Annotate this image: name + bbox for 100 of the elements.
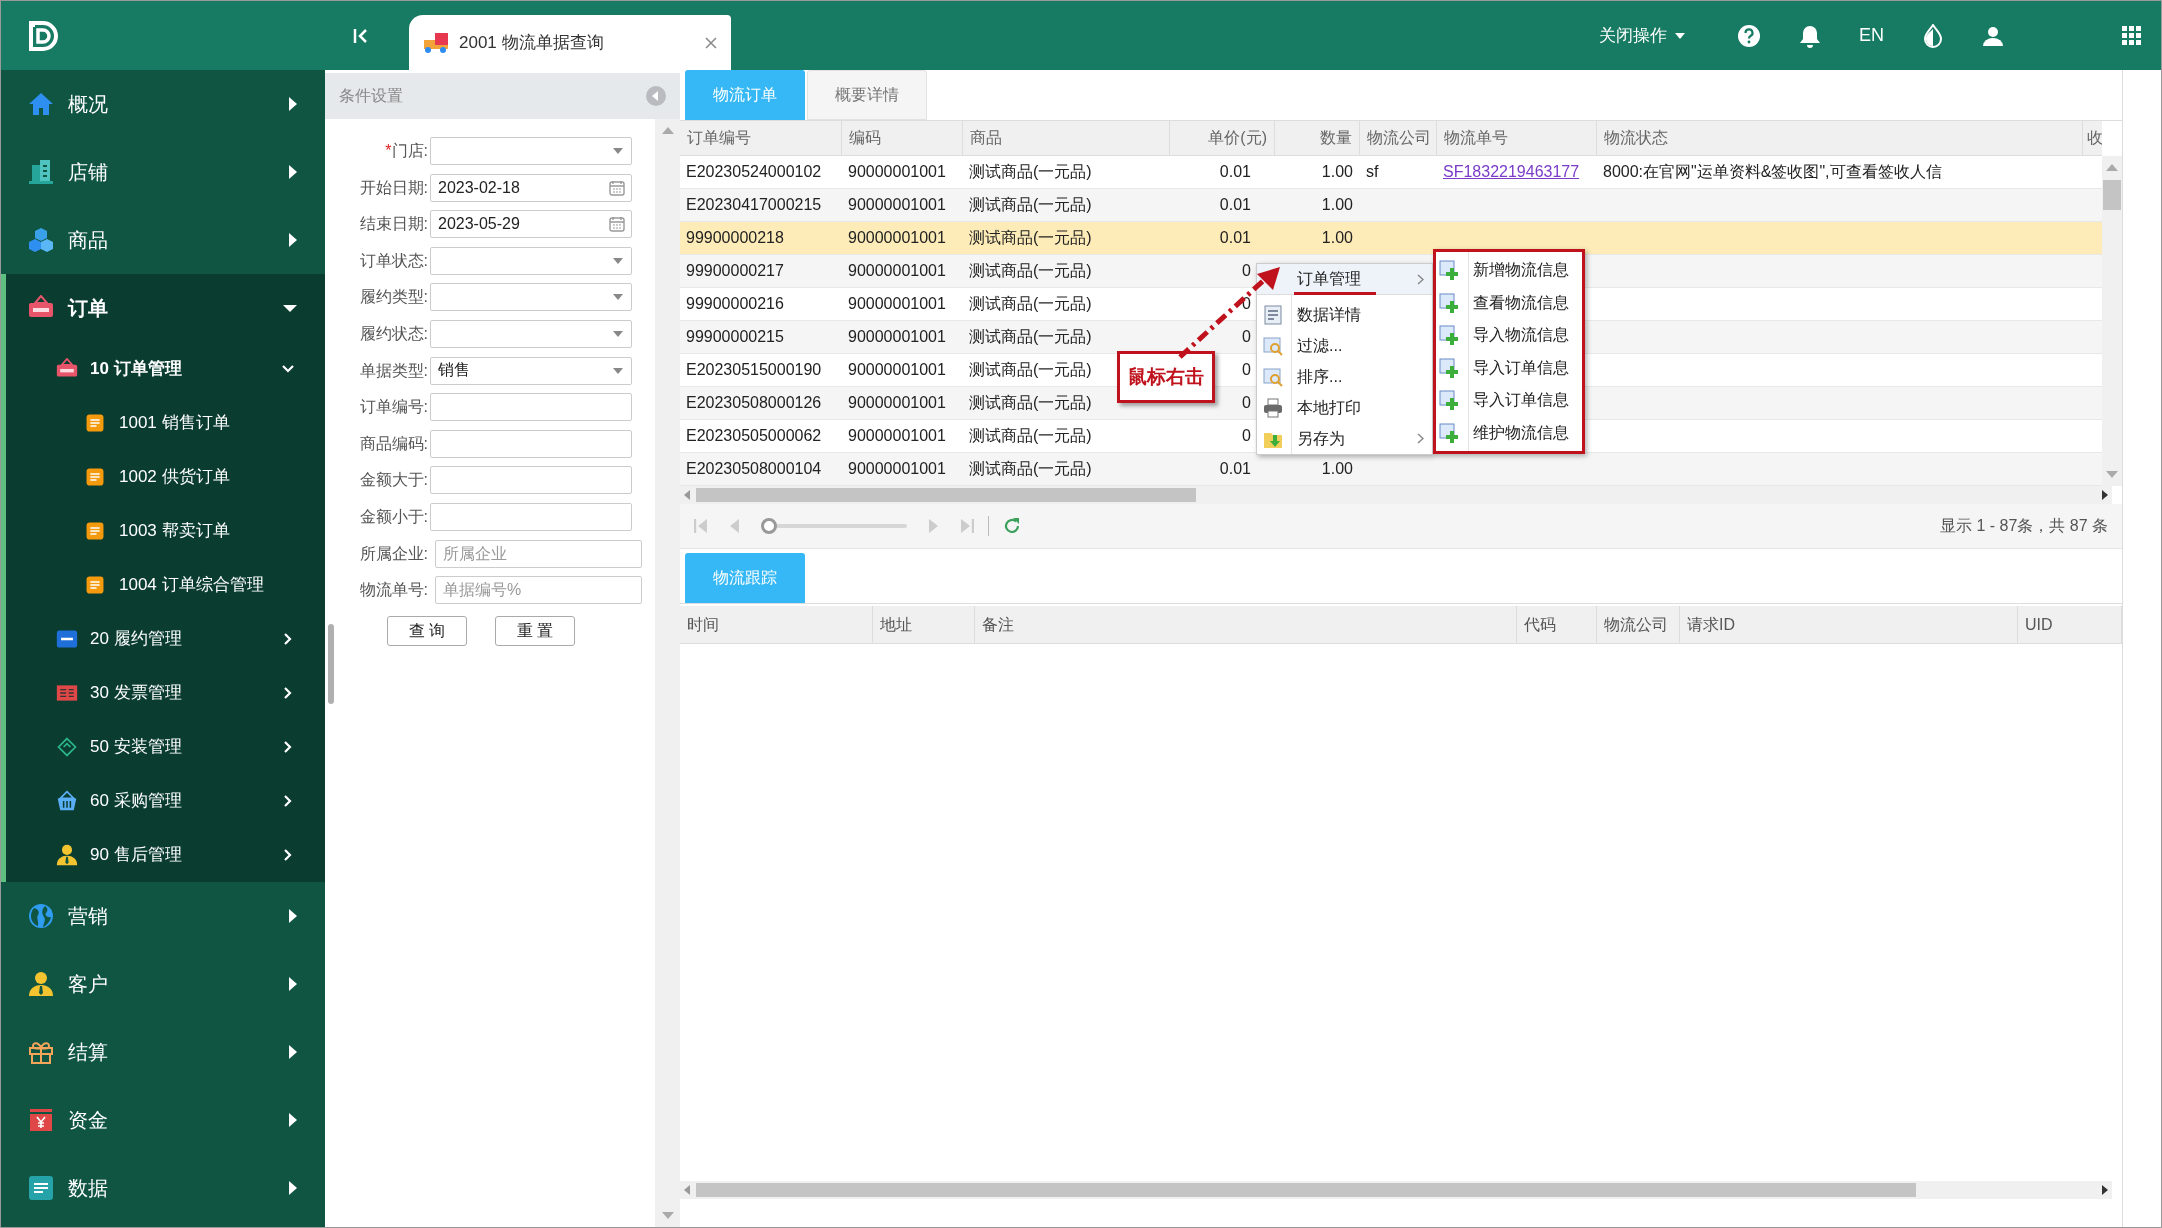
scroll-up-icon[interactable] [2106, 164, 2119, 171]
select-field[interactable] [430, 319, 632, 348]
tracking-link[interactable]: SF1832219463177 [1443, 160, 1580, 184]
menu-item[interactable]: 数据详情 [1257, 299, 1432, 330]
scroll-right-icon[interactable] [2102, 1185, 2108, 1195]
sidebar-item[interactable]: 订单 [6, 274, 325, 342]
submenu-item[interactable]: 20 履约管理 [6, 612, 325, 666]
select-field[interactable]: 销售 [430, 356, 632, 385]
menu-link[interactable]: 1003 帮卖订单 [6, 504, 325, 558]
select-field[interactable] [430, 137, 632, 165]
column-header[interactable]: 备注 [975, 606, 1517, 643]
scrollbar-thumb[interactable] [696, 488, 1196, 502]
page-tab[interactable]: 2001 物流单据查询 [409, 15, 731, 70]
sidebar-item[interactable]: 资金 [1, 1086, 325, 1154]
first-page-icon[interactable] [694, 519, 707, 533]
scrollbar[interactable] [655, 119, 680, 1227]
scrollbar[interactable] [2102, 156, 2122, 486]
submenu-item[interactable]: 90 售后管理 [6, 828, 325, 882]
column-header[interactable]: 物流公司 [1360, 121, 1437, 155]
form-button[interactable]: 重 置 [495, 615, 575, 646]
input-field[interactable] [430, 429, 632, 458]
collapse-panel-icon[interactable] [646, 86, 666, 106]
column-header[interactable]: 订单编号 [680, 121, 842, 155]
select-field[interactable] [430, 283, 632, 312]
help-icon[interactable] [1737, 23, 1761, 48]
menu-item[interactable]: 新增物流信息 [1436, 254, 1582, 287]
sidebar-item[interactable]: 结算 [1, 1018, 325, 1086]
menu-item[interactable]: 排序... [1257, 361, 1432, 392]
menu-item[interactable]: 查看物流信息 [1436, 286, 1582, 319]
sidebar-item[interactable]: 数据 [1, 1154, 325, 1222]
sidebar-item[interactable]: 店铺 [1, 138, 325, 206]
input-field[interactable] [430, 393, 632, 422]
column-header[interactable]: 编码 [842, 121, 963, 155]
input-field[interactable] [430, 502, 632, 531]
column-header[interactable]: 收 [2083, 121, 2103, 155]
scroll-right-icon[interactable] [2102, 490, 2108, 500]
scroll-down-icon[interactable] [661, 1212, 674, 1219]
menu-item[interactable]: 另存为 [1257, 423, 1432, 454]
column-header[interactable]: 数量 [1275, 121, 1360, 155]
column-header[interactable]: 物流公司 [1597, 606, 1680, 643]
user-icon[interactable] [1982, 24, 2004, 47]
menu-link[interactable]: 1002 供货订单 [6, 450, 325, 504]
column-header[interactable]: 时间 [680, 606, 873, 643]
scroll-left-icon[interactable] [684, 490, 690, 500]
column-header[interactable]: 单价(元) [1170, 121, 1275, 155]
scrollbar[interactable] [680, 486, 2112, 504]
sidebar-item[interactable]: 营销 [1, 882, 325, 950]
input-field[interactable]: 单据编号% [435, 576, 642, 605]
date-field[interactable]: 2023-05-29 [430, 210, 632, 239]
bell-icon[interactable] [1799, 23, 1821, 48]
form-button[interactable]: 查 询 [387, 615, 467, 646]
menu-item[interactable]: 维护物流信息 [1436, 416, 1582, 449]
sidebar-item[interactable]: 概况 [1, 70, 325, 138]
menu-item-label: 本地打印 [1297, 397, 1362, 418]
column-header[interactable]: 物流状态 [1597, 121, 2083, 155]
date-field[interactable]: 2023-02-18 [430, 173, 632, 202]
close-icon[interactable] [705, 36, 717, 49]
last-page-icon[interactable] [961, 519, 974, 533]
scroll-up-icon[interactable] [661, 127, 674, 134]
input-field[interactable]: 所属企业 [435, 539, 642, 568]
menu-item[interactable]: 导入物流信息 [1436, 319, 1582, 352]
menu-item[interactable]: 导入订单信息 [1436, 384, 1582, 417]
refresh-icon[interactable] [1003, 517, 1021, 535]
sidebar-item[interactable]: 客户 [1, 950, 325, 1018]
menu-item[interactable]: 过滤... [1257, 330, 1432, 361]
tab[interactable]: 概要详情 [807, 70, 927, 120]
close-operations-dropdown[interactable]: 关闭操作 [1599, 22, 1685, 49]
scrollbar-thumb[interactable] [696, 1183, 1916, 1197]
collapse-icon[interactable] [353, 27, 369, 44]
menu-link[interactable]: 1001 销售订单 [6, 396, 325, 450]
slider-thumb[interactable] [761, 518, 777, 534]
scrollbar-thumb[interactable] [328, 624, 334, 704]
scrollbar-thumb[interactable] [2103, 180, 2122, 210]
language-button[interactable]: EN [1859, 22, 1884, 49]
menu-link[interactable]: 1004 订单综合管理 [6, 558, 325, 612]
column-header[interactable]: 商品 [963, 121, 1170, 155]
column-header[interactable]: 物流单号 [1437, 121, 1597, 155]
input-field[interactable] [430, 466, 632, 495]
sidebar-item[interactable]: 商品 [1, 206, 325, 274]
next-page-icon[interactable] [929, 519, 939, 533]
table-row[interactable]: E20230508000104 90000001001 测试商品(一元品) 0.01 1.00 [680, 453, 2103, 486]
scroll-left-icon[interactable] [684, 1185, 690, 1195]
page-slider[interactable] [761, 518, 907, 534]
previous-page-icon[interactable] [729, 519, 739, 533]
submenu-item[interactable]: 10 订单管理 [6, 342, 325, 396]
table-row[interactable]: 99900000218 90000001001 测试商品(一元品) 0.01 1.00 [680, 222, 2103, 255]
apps-grid-icon[interactable] [2122, 26, 2141, 45]
select-field[interactable] [430, 246, 632, 275]
submenu-item[interactable]: 30 发票管理 [6, 666, 325, 720]
scroll-down-icon[interactable] [2106, 471, 2119, 478]
contrast-icon[interactable] [1922, 23, 1944, 48]
scrollbar[interactable] [680, 1181, 2112, 1199]
menu-item[interactable]: 导入订单信息 [1436, 351, 1582, 384]
column-header[interactable]: 地址 [873, 606, 975, 643]
column-header[interactable]: 代码 [1517, 606, 1597, 643]
menu-item[interactable]: 本地打印 [1257, 392, 1432, 423]
submenu-item[interactable]: 60 采购管理 [6, 774, 325, 828]
table-row[interactable]: E20230417000215 90000001001 测试商品(一元品) 0.01 1.00 [680, 189, 2103, 222]
column-header[interactable]: 请求ID [1680, 606, 2018, 643]
submenu-item[interactable]: 50 安装管理 [6, 720, 325, 774]
